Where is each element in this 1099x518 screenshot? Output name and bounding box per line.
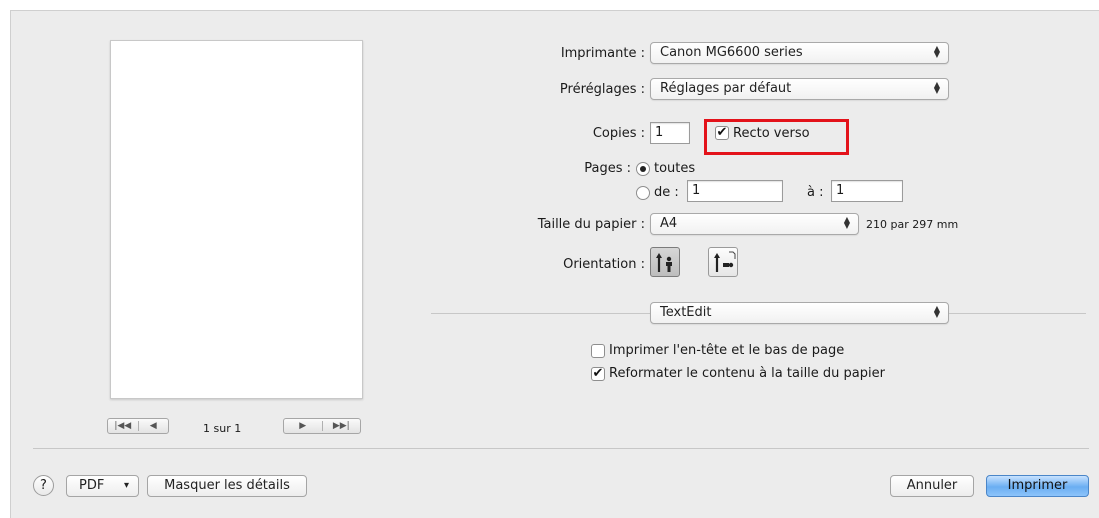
copies-label: Copies :: [592, 126, 645, 141]
pages-all-label: toutes: [654, 161, 696, 176]
pdf-label: PDF: [79, 478, 105, 493]
section-divider-right: [949, 313, 1086, 314]
pages-from-value: 1: [692, 183, 701, 198]
rescale-content-checkbox[interactable]: ✔: [591, 367, 605, 381]
popup-arrows-icon: ▲ ▼: [933, 304, 941, 319]
hide-details-button[interactable]: Masquer les détails: [147, 475, 307, 497]
header-footer-checkbox[interactable]: [591, 344, 605, 358]
section-popup[interactable]: TextEdit ▲ ▼: [650, 302, 949, 324]
preview-nav-forward-group: ▶ ▶▶|: [283, 418, 361, 434]
pdf-menu-button[interactable]: PDF ▾: [66, 475, 139, 497]
printer-value: Canon MG6600 series: [660, 45, 803, 60]
section-value: TextEdit: [660, 305, 712, 320]
orientation-landscape-button[interactable]: [708, 247, 738, 277]
footer-divider: [33, 448, 1089, 449]
presets-popup[interactable]: Réglages par défaut ▲ ▼: [650, 78, 949, 100]
popup-arrows-icon: ▲ ▼: [843, 215, 851, 230]
presets-value: Réglages par défaut: [660, 81, 792, 96]
pages-from-field[interactable]: 1: [687, 180, 783, 202]
section-divider-left: [431, 313, 650, 314]
copies-field[interactable]: 1: [650, 122, 690, 144]
chevron-down-icon: ▾: [123, 480, 129, 491]
popup-arrows-icon: ▲ ▼: [933, 80, 941, 95]
paper-size-value: A4: [660, 216, 678, 231]
header-footer-label: Imprimer l'en-tête et le bas de page: [609, 343, 845, 358]
paper-size-popup[interactable]: A4 ▲ ▼: [650, 213, 859, 235]
portrait-orientation-icon: [656, 253, 672, 272]
pages-to-label: à :: [807, 185, 824, 200]
print-button[interactable]: Imprimer: [986, 475, 1089, 497]
landscape-orientation-icon: [714, 251, 736, 272]
cancel-label: Annuler: [906, 478, 958, 493]
page-indicator: 1 sur 1: [203, 422, 242, 435]
cancel-button[interactable]: Annuler: [890, 475, 974, 497]
preview-nav-back-group: |◀◀ ◀: [107, 418, 169, 434]
copies-value: 1: [655, 125, 664, 140]
rescale-content-label: Reformater le contenu à la taille du pap…: [609, 366, 885, 381]
orientation-portrait-button[interactable]: [650, 247, 680, 277]
paper-dimensions: 210 par 297 mm: [866, 218, 959, 231]
print-label: Imprimer: [1007, 478, 1068, 493]
pages-from-label: de :: [654, 185, 679, 200]
pages-all-radio[interactable]: [636, 162, 650, 176]
first-page-icon[interactable]: |◀◀: [108, 421, 138, 431]
printer-label: Imprimante :: [560, 46, 645, 61]
pages-label: Pages :: [584, 161, 631, 176]
pages-to-field[interactable]: 1: [831, 180, 903, 202]
previous-page-icon[interactable]: ◀: [139, 421, 169, 431]
printer-popup[interactable]: Canon MG6600 series ▲ ▼: [650, 42, 949, 64]
hide-details-label: Masquer les détails: [164, 478, 290, 493]
presets-label: Préréglages :: [559, 82, 645, 97]
print-dialog: |◀◀ ◀ 1 sur 1 ▶ ▶▶| Imprimante : Canon M…: [10, 10, 1099, 518]
last-page-icon[interactable]: ▶▶|: [323, 421, 361, 431]
popup-arrows-icon: ▲ ▼: [933, 44, 941, 59]
pages-to-value: 1: [836, 183, 845, 198]
page-preview: [110, 40, 363, 399]
highlight-box: [704, 119, 849, 155]
help-button[interactable]: ?: [33, 475, 54, 496]
orientation-label: Orientation :: [563, 257, 645, 272]
paper-size-label: Taille du papier :: [537, 217, 645, 232]
next-page-icon[interactable]: ▶: [284, 421, 322, 431]
help-icon: ?: [40, 478, 47, 493]
pages-range-radio[interactable]: [636, 186, 650, 200]
